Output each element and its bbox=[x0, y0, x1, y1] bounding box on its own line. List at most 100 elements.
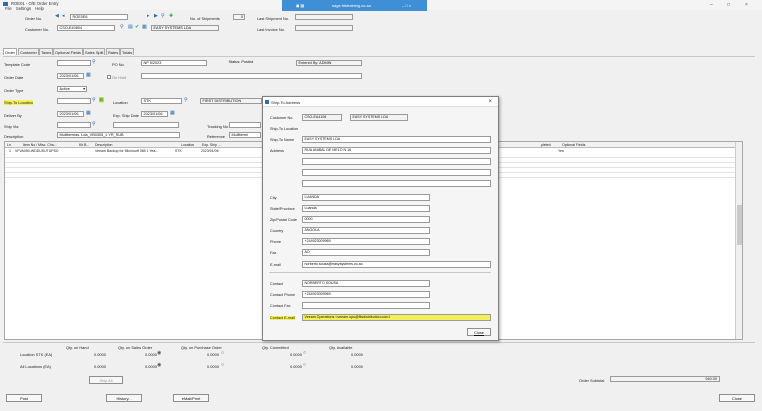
grid-scrollbar[interactable] bbox=[735, 142, 742, 339]
close-window-icon[interactable]: × bbox=[745, 2, 748, 8]
dlg-state-field[interactable]: Luanda bbox=[302, 205, 430, 212]
dlg-phone-field[interactable]: +244923009969 bbox=[302, 238, 430, 245]
calendar-icon[interactable]: ▦ bbox=[86, 72, 91, 78]
close-button[interactable]: Close bbox=[719, 394, 755, 402]
maximize-icon[interactable]: □ bbox=[727, 2, 730, 8]
email-print-button[interactable]: eMail/Print bbox=[173, 394, 209, 402]
exp-ship-calendar-icon[interactable]: ▦ bbox=[170, 110, 175, 116]
loc-committed: 0.0000 bbox=[290, 352, 302, 357]
all-committed-drill-icon[interactable]: ○ bbox=[303, 362, 306, 368]
all-on-so-drill-icon[interactable]: ◉ bbox=[157, 362, 161, 368]
minimize-icon[interactable]: – bbox=[710, 2, 713, 8]
dlg-country-field[interactable]: ANGOLA bbox=[302, 227, 430, 234]
col-exp-ship[interactable]: Exp. Ship ... bbox=[202, 143, 221, 147]
ship-via-desc-field[interactable] bbox=[113, 122, 179, 128]
menu-settings[interactable]: Settings bbox=[16, 6, 31, 11]
dlg-contact-phone-field[interactable]: +244923009969 bbox=[302, 291, 430, 298]
ship-to-finder-icon[interactable]: ⚲ bbox=[92, 97, 96, 103]
remote-session-controls[interactable]: – □ × bbox=[402, 3, 411, 8]
loc-on-po: 0.0000 bbox=[207, 352, 219, 357]
reference-field[interactable]: Multitermi bbox=[229, 132, 261, 138]
col-description[interactable]: Description bbox=[95, 143, 113, 147]
location-finder-icon[interactable]: ⚲ bbox=[184, 97, 188, 103]
tab-taxes[interactable]: Taxes bbox=[39, 48, 54, 55]
new-order-icon[interactable]: ✚ bbox=[169, 13, 173, 19]
order-subtotal-field: 940.00 bbox=[610, 376, 720, 382]
dlg-contact-fax-field[interactable] bbox=[302, 302, 430, 309]
col-ln[interactable]: Ln bbox=[7, 143, 11, 147]
history-button[interactable]: History... bbox=[106, 394, 142, 402]
dlg-address-label: Address bbox=[270, 149, 284, 153]
dialog-close-icon[interactable]: × bbox=[488, 99, 492, 105]
deliver-by-calendar-icon[interactable]: ▦ bbox=[86, 110, 91, 116]
dlg-address-line-4[interactable] bbox=[302, 180, 491, 187]
ship-via-finder-icon[interactable]: ⚲ bbox=[92, 121, 96, 127]
remote-session-icons[interactable]: ◼ ▦ bbox=[296, 3, 304, 8]
template-code-field[interactable] bbox=[57, 60, 91, 66]
template-finder-icon[interactable]: ⚲ bbox=[92, 59, 96, 65]
tab-rates[interactable]: Rates bbox=[106, 48, 121, 55]
dlg-address-line-2[interactable] bbox=[302, 158, 491, 165]
tab-optional-fields[interactable]: Optional Fields bbox=[53, 48, 83, 55]
all-on-po-drill-icon[interactable]: ○ bbox=[221, 362, 224, 368]
po-no-field[interactable]: NP 5/2023 bbox=[141, 60, 207, 66]
row-optional: Yes bbox=[558, 148, 564, 153]
dlg-address-line-1[interactable]: RUA ANIBAL DE MELO N 16 bbox=[302, 147, 491, 154]
dlg-ship-to-location-label: Ship-To Location bbox=[270, 127, 299, 131]
order-finder-icon[interactable]: ⚲ bbox=[161, 13, 165, 19]
on-hold-checkbox[interactable] bbox=[107, 75, 111, 79]
location-field[interactable]: STK bbox=[141, 98, 182, 104]
exp-ship-date-field[interactable]: 2023/01/06 bbox=[141, 111, 168, 117]
deliver-by-field[interactable]: 2023/01/06 bbox=[57, 111, 84, 117]
order-no-field[interactable]: ROE0E6 bbox=[70, 14, 128, 20]
dlg-address-line-3[interactable] bbox=[302, 169, 491, 176]
col-optional-fields[interactable]: Optional Fields bbox=[562, 143, 585, 147]
order-comment-field[interactable] bbox=[141, 73, 362, 79]
menu-help[interactable]: Help bbox=[35, 6, 44, 11]
col-item[interactable]: Item No./ Misc. Cha... bbox=[23, 143, 57, 147]
tab-customer[interactable]: Customer bbox=[18, 48, 39, 55]
post-button[interactable]: Post bbox=[6, 394, 42, 402]
col-location[interactable]: Location bbox=[181, 143, 194, 147]
order-type-value: Active bbox=[59, 87, 70, 91]
customer-check-icon[interactable]: ✔ bbox=[135, 24, 139, 30]
ship-to-location-field[interactable] bbox=[57, 98, 91, 104]
loc-available: 0.0000 bbox=[351, 352, 363, 357]
order-type-select[interactable]: Active ▾ bbox=[57, 86, 87, 92]
dlg-fax-field[interactable]: AO bbox=[302, 249, 430, 256]
first-record-icon[interactable]: ◀ bbox=[55, 13, 59, 19]
last-record-icon[interactable]: ▶ bbox=[154, 13, 158, 19]
order-date-field[interactable]: 2023/01/06 bbox=[57, 73, 84, 79]
dlg-zip-field[interactable]: 0000 bbox=[302, 216, 430, 223]
customer-no-field[interactable]: CSO-E40804 bbox=[57, 25, 115, 31]
tab-sales-split[interactable]: Sales Split bbox=[83, 48, 106, 55]
menu-file[interactable]: File bbox=[5, 6, 12, 11]
description-field[interactable]: Multitermas. Lda_VB0305_1 YR_SUB bbox=[57, 132, 180, 138]
dlg-ship-to-name-field[interactable]: EASY SYSTEMS LDA bbox=[302, 136, 491, 143]
dlg-city-field[interactable]: LUANDA bbox=[302, 194, 430, 201]
col-kit[interactable]: Kit B... bbox=[79, 143, 89, 147]
scroll-thumb[interactable] bbox=[737, 205, 742, 245]
last-invoice-field bbox=[295, 25, 353, 31]
loc-committed-drill-icon[interactable]: ○ bbox=[303, 350, 306, 356]
customer-zoom-icon[interactable]: ▤ bbox=[128, 24, 133, 30]
dlg-contact-field[interactable]: NORBERTO SOUSA bbox=[302, 280, 430, 287]
col-completed[interactable]: pleted bbox=[541, 143, 551, 147]
tab-order[interactable]: Order bbox=[3, 48, 17, 55]
loc-on-so-drill-icon[interactable]: ◉ bbox=[157, 350, 161, 356]
dlg-close-button[interactable]: Close bbox=[467, 328, 491, 336]
customer-finder-icon[interactable]: ⚲ bbox=[120, 24, 124, 30]
loc-on-po-drill-icon[interactable]: ○ bbox=[221, 350, 224, 356]
ship-to-address-icon[interactable]: ▦ bbox=[99, 97, 104, 103]
tracking-no-field[interactable] bbox=[229, 122, 261, 128]
tab-totals[interactable]: Totals bbox=[120, 48, 135, 55]
dlg-email-field[interactable]: norberto.sousa@easysystems.co.ao bbox=[302, 261, 491, 268]
next-record-icon[interactable]: ▸ bbox=[147, 13, 150, 19]
previous-record-icon[interactable]: ◂ bbox=[62, 13, 65, 19]
ship-via-field[interactable] bbox=[57, 122, 91, 128]
all-on-po: 0.0000 bbox=[207, 364, 219, 369]
customer-info-icon[interactable]: ▦ bbox=[142, 24, 147, 30]
customer-no-label: Customer No. bbox=[25, 27, 49, 32]
dlg-contact-email-field[interactable]: Veeam Operations <veeam.ops@fitsdistribu… bbox=[302, 314, 491, 321]
ship-all-button[interactable]: Ship All bbox=[89, 376, 123, 384]
